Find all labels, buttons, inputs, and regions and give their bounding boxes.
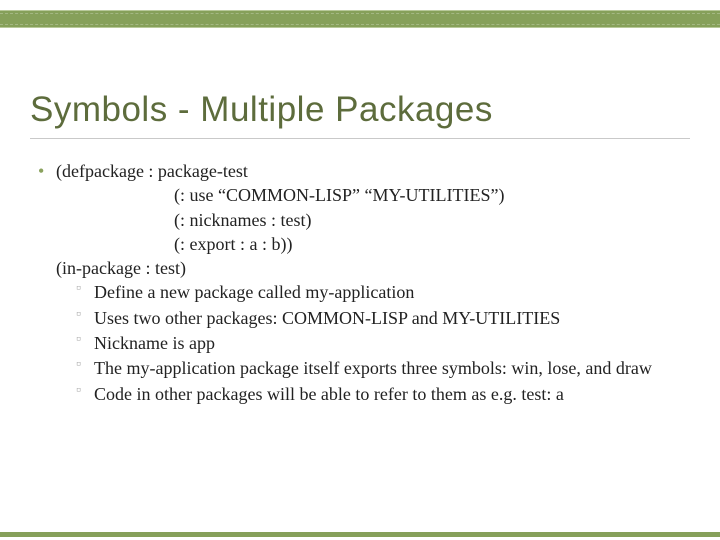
sub-bullet-1: Define a new package called my-applicati… bbox=[94, 280, 690, 304]
accent-top-bar bbox=[0, 10, 720, 28]
title-rule bbox=[30, 138, 690, 139]
code-line-1: (defpackage : package-test bbox=[56, 159, 690, 183]
slide-content: Symbols - Multiple Packages (defpackage … bbox=[30, 90, 690, 410]
sub-bullet-3: Nickname is app bbox=[94, 331, 690, 355]
body-text: (defpackage : package-test (: use “COMMO… bbox=[30, 159, 690, 406]
sub-bullet-5: Code in other packages will be able to r… bbox=[94, 382, 690, 406]
code-line-4: (: export : a : b)) bbox=[56, 232, 690, 256]
code-line-2: (: use “COMMON-LISP” “MY-UTILITIES”) bbox=[56, 183, 690, 207]
sub-bullet-2: Uses two other packages: COMMON-LISP and… bbox=[94, 306, 690, 330]
sub-bullet-4: The my-application package itself export… bbox=[94, 356, 690, 380]
code-line-5: (in-package : test) bbox=[56, 256, 690, 280]
slide-title: Symbols - Multiple Packages bbox=[30, 90, 690, 130]
accent-bottom-bar bbox=[0, 532, 720, 537]
code-line-3: (: nicknames : test) bbox=[56, 208, 690, 232]
bullet-main: (defpackage : package-test (: use “COMMO… bbox=[56, 159, 690, 406]
